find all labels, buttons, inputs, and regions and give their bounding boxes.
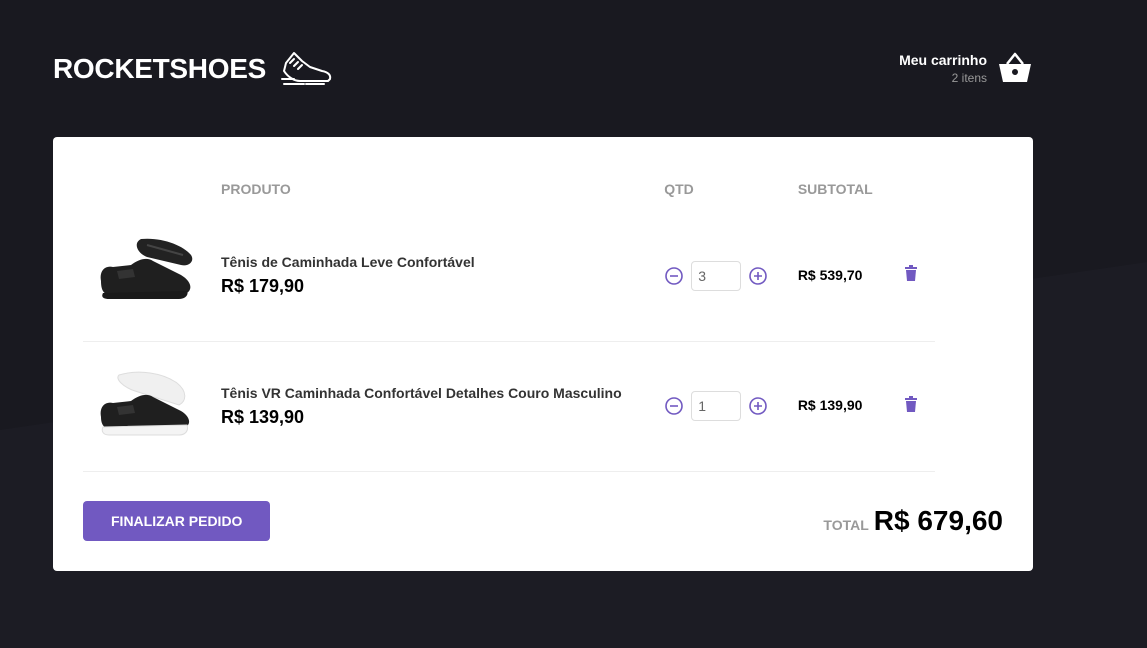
cart-count: 2 itens — [951, 70, 987, 85]
delete-button[interactable] — [901, 394, 921, 414]
minus-circle-icon — [665, 266, 684, 285]
cart-container: PRODUTO QTD SUBTOTAL Tênis de Caminhada … — [53, 137, 1033, 571]
plus-circle-icon — [749, 397, 768, 415]
decrement-button[interactable] — [664, 266, 684, 286]
increment-button[interactable] — [748, 396, 768, 416]
cart-footer: Finalizar pedido TOTAL R$ 679,60 — [83, 501, 1003, 541]
trash-icon — [905, 265, 918, 282]
decrement-button[interactable] — [664, 396, 684, 416]
quantity-input[interactable] — [691, 260, 742, 291]
table-row: Tênis de Caminhada Leve Confortável R$ 1… — [83, 211, 935, 342]
column-image — [83, 167, 209, 211]
sole — [101, 424, 188, 436]
total-value: R$ 679,60 — [873, 505, 1003, 536]
minus-circle-icon — [665, 397, 684, 415]
cart-link[interactable]: Meu carrinho 2 itens — [899, 50, 1033, 86]
total-label: TOTAL — [823, 517, 869, 533]
product-price: R$ 139,90 — [221, 406, 305, 427]
basket-icon — [999, 52, 1031, 82]
table-row: Tênis VR Caminhada Confortável Detalhes … — [83, 341, 935, 472]
product-table: PRODUTO QTD SUBTOTAL Tênis de Caminhada … — [83, 167, 935, 472]
product-title: Tênis VR Caminhada Confortável Detalhes … — [221, 384, 622, 401]
product-image — [100, 238, 193, 299]
cart-title: Meu carrinho — [899, 51, 987, 68]
subtotal: R$ 539,70 — [797, 266, 863, 283]
plus-circle-icon — [749, 266, 768, 285]
sneaker-icon — [280, 52, 332, 85]
column-actions — [889, 167, 935, 211]
total: TOTAL R$ 679,60 — [823, 505, 1003, 537]
header: ROCKETSHOES Meu carrinho 2 itens — [53, 44, 1033, 94]
product-image — [100, 371, 190, 436]
delete-button[interactable] — [901, 263, 921, 283]
quantity-stepper — [664, 260, 774, 291]
column-subtotal: SUBTOTAL — [797, 181, 873, 197]
logo-text: ROCKETSHOES — [53, 53, 266, 84]
logo[interactable]: ROCKETSHOES — [53, 44, 334, 94]
column-product: PRODUTO — [221, 181, 291, 197]
cart-summary: Meu carrinho 2 itens — [899, 52, 987, 85]
product-title: Tênis de Caminhada Leve Confortável — [221, 254, 475, 271]
trash-icon — [905, 395, 918, 412]
quantity-stepper — [664, 391, 774, 421]
table-header: PRODUTO QTD SUBTOTAL — [83, 167, 935, 211]
column-qty: QTD — [664, 181, 694, 197]
product-price: R$ 179,90 — [221, 276, 305, 297]
subtotal: R$ 139,90 — [797, 397, 863, 413]
finish-order-button[interactable]: Finalizar pedido — [83, 501, 271, 541]
quantity-input[interactable] — [691, 391, 742, 421]
increment-button[interactable] — [748, 266, 768, 286]
